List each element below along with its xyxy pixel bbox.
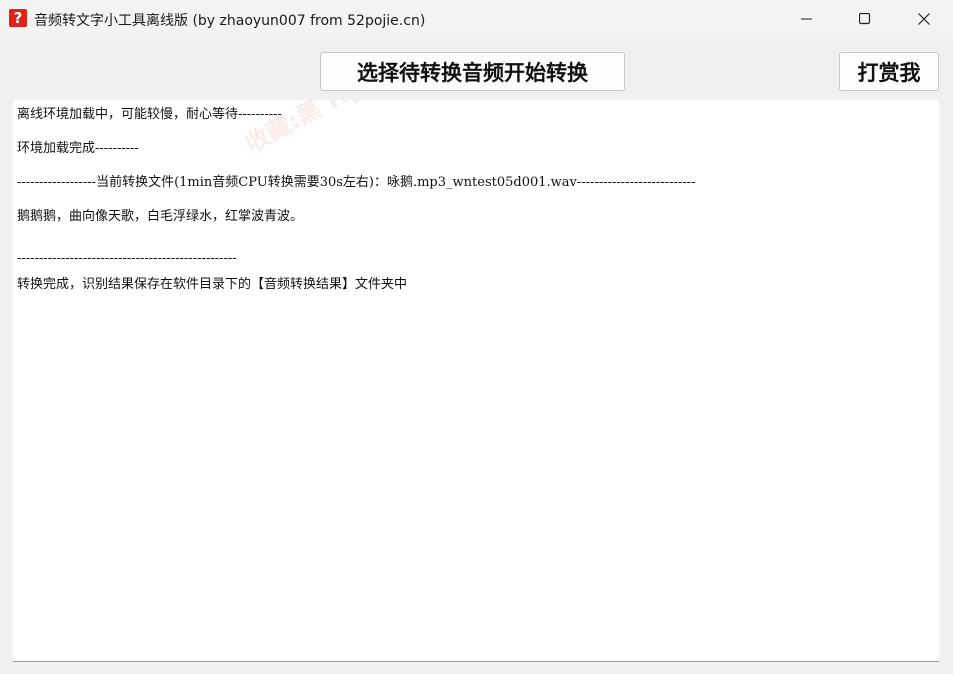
log-output[interactable]: 收藏:黑Hybase 离线环境加载中，可能较慢，耐心等待---------- 环…: [13, 100, 939, 662]
log-line: ------------------当前转换文件(1min音频CPU转换需要30…: [17, 175, 696, 190]
log-line: 鹅鹅鹅，曲向像天歌，白毛浮绿水，红掌波青波。: [17, 209, 304, 224]
maximize-button[interactable]: [836, 0, 894, 38]
close-button[interactable]: [895, 0, 953, 38]
close-icon: [918, 13, 930, 25]
log-line: 环境加载完成----------: [17, 141, 139, 156]
log-line: 转换完成，识别结果保存在软件目录下的【音频转换结果】文件夹中: [17, 277, 408, 292]
window-title: 音频转文字小工具离线版 (by zhaoyun007 from 52pojie.…: [34, 13, 426, 29]
watermark-text-b: Hybase: [322, 100, 423, 115]
minimize-icon: [801, 18, 812, 20]
minimize-button[interactable]: [778, 0, 836, 38]
main-content: 选择待转换音频开始转换 打赏我 收藏:黑Hybase 离线环境加载中，可能较慢，…: [0, 38, 953, 674]
maximize-icon: [859, 13, 871, 25]
log-line: 离线环境加载中，可能较慢，耐心等待----------: [17, 107, 282, 122]
tip-button[interactable]: 打赏我: [839, 52, 939, 91]
question-mark-icon: ?: [9, 9, 27, 27]
title-bar: ? 音频转文字小工具离线版 (by zhaoyun007 from 52poji…: [0, 0, 953, 38]
convert-button[interactable]: 选择待转换音频开始转换: [320, 52, 625, 91]
log-line: ----------------------------------------…: [17, 251, 237, 266]
